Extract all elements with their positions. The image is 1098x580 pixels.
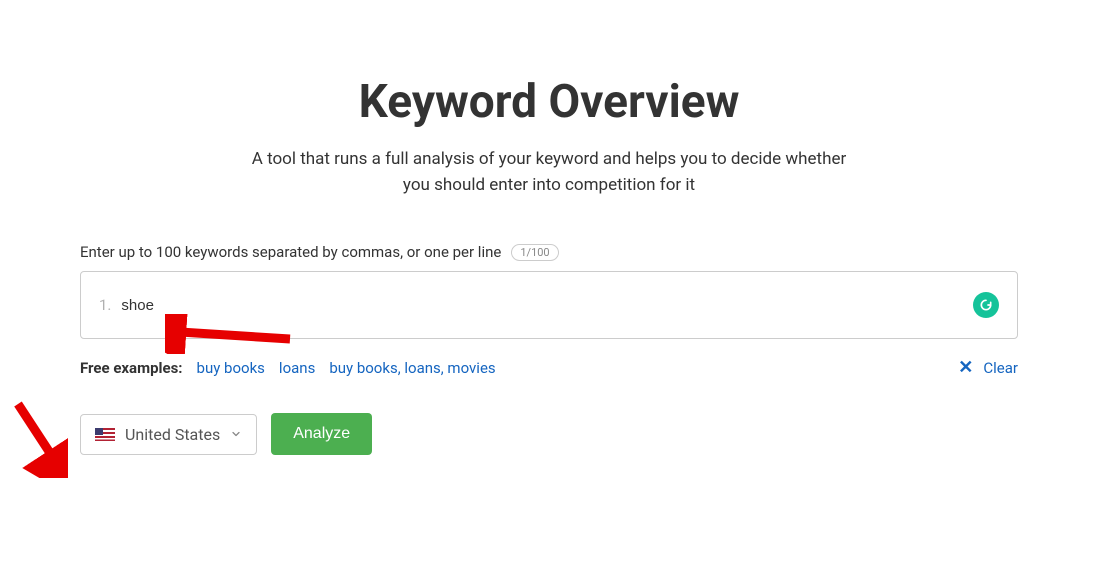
country-selected-label: United States bbox=[125, 425, 220, 444]
page-title: Keyword Overview bbox=[80, 75, 1018, 129]
line-number: 1. bbox=[99, 296, 111, 314]
keyword-input-container[interactable]: 1. bbox=[80, 271, 1018, 339]
example-link[interactable]: buy books, loans, movies bbox=[329, 359, 495, 377]
input-instruction-label: Enter up to 100 keywords separated by co… bbox=[80, 243, 501, 261]
page-subtitle: A tool that runs a full analysis of your… bbox=[239, 147, 859, 198]
example-link[interactable]: loans bbox=[279, 359, 315, 377]
close-icon: ✕ bbox=[958, 357, 973, 378]
clear-label: Clear bbox=[983, 359, 1018, 377]
example-link[interactable]: buy books bbox=[197, 359, 265, 377]
examples-label: Free examples: bbox=[80, 359, 183, 377]
keyword-input[interactable] bbox=[121, 297, 999, 314]
analyze-button[interactable]: Analyze bbox=[271, 413, 372, 455]
grammarly-icon[interactable] bbox=[973, 292, 999, 318]
clear-button[interactable]: ✕ Clear bbox=[958, 357, 1018, 378]
keyword-count-badge: 1/100 bbox=[511, 244, 558, 261]
chevron-down-icon bbox=[230, 428, 242, 440]
flag-us-icon bbox=[95, 428, 115, 441]
country-selector[interactable]: United States bbox=[80, 414, 257, 455]
